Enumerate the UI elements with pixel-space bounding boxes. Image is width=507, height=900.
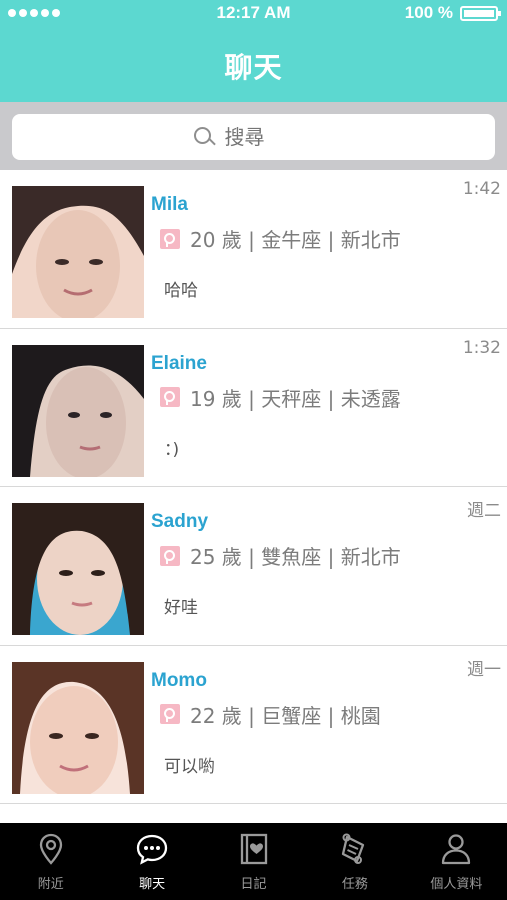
female-icon: [160, 387, 180, 407]
chat-row-sadny[interactable]: Sadny 週二 25 歲 | 雙魚座 | 新北市 好哇: [0, 487, 507, 646]
message-time: 1:32: [462, 337, 501, 358]
contact-name: Mila: [151, 194, 188, 215]
tab-diary[interactable]: 日記: [203, 823, 304, 900]
profile-info: 25 歲 | 雙魚座 | 新北市: [160, 541, 401, 570]
search-icon: [193, 126, 215, 148]
profile-info: 19 歲 | 天秤座 | 未透露: [160, 383, 401, 412]
female-icon: [160, 545, 180, 566]
search-input[interactable]: [224, 125, 315, 149]
search-box[interactable]: [12, 114, 495, 160]
avatar-face: [46, 366, 126, 477]
location-pin-icon: [39, 833, 62, 865]
avatar: [12, 186, 144, 318]
tab-label: 任務: [341, 877, 368, 892]
contact-name: Elaine: [151, 352, 207, 374]
page-title: 聊天: [224, 51, 283, 84]
status-bar: 12:17 AM 100 %: [0, 0, 507, 28]
task-scroll-icon: [341, 833, 365, 864]
message-time: 1:42: [462, 179, 501, 199]
message-time: 週二: [467, 501, 501, 521]
message-time: 週一: [467, 659, 501, 680]
tab-label: 附近: [37, 877, 64, 892]
profile-info-text: 25 歲 | 雙魚座 | 新北市: [190, 545, 401, 569]
avatar-face: [36, 210, 120, 318]
last-message: 哈哈: [164, 281, 198, 301]
avatar-face: [30, 685, 118, 794]
chat-screen: 12:17 AM 100 % 聊天 Mila 1:42 20: [0, 0, 507, 900]
battery-percentage: 100 %: [404, 3, 453, 22]
tab-bar: 附近 聊天 日記 任務 個人資料: [0, 823, 507, 900]
tab-label: 個人資料: [430, 877, 483, 892]
chat-row-elaine[interactable]: Elaine 1:32 19 歲 | 天秤座 | 未透露 ：): [0, 329, 507, 487]
search-bar-container: [0, 102, 507, 170]
profile-info: 20 歲 | 金牛座 | 新北市: [160, 224, 401, 253]
chat-list: Mila 1:42 20 歲 | 金牛座 | 新北市 哈哈 Elaine 1:3…: [0, 170, 507, 823]
diary-icon: [240, 833, 267, 865]
chat-row-mila[interactable]: Mila 1:42 20 歲 | 金牛座 | 新北市 哈哈: [0, 170, 507, 329]
chat-row-momo[interactable]: Momo 週一 22 歲 | 巨蟹座 | 桃園 可以喲: [0, 646, 507, 804]
last-message: 好哇: [164, 598, 198, 618]
profile-info-text: 20 歲 | 金牛座 | 新北市: [190, 228, 401, 252]
tab-profile[interactable]: 個人資料: [406, 823, 507, 900]
female-icon: [160, 704, 180, 724]
profile-info-text: 22 歲 | 巨蟹座 | 桃園: [190, 703, 381, 728]
tab-label: 聊天: [139, 877, 166, 892]
chat-bubble-icon: [136, 834, 168, 865]
female-icon: [160, 228, 180, 249]
profile-info-text: 19 歲 | 天秤座 | 未透露: [190, 386, 401, 411]
avatar: [12, 344, 144, 477]
tab-tasks[interactable]: 任務: [304, 823, 405, 900]
last-message: ：): [164, 439, 180, 460]
avatar: [12, 503, 144, 635]
last-message: 可以喲: [164, 756, 215, 777]
tab-label: 日記: [240, 877, 267, 892]
tab-chat[interactable]: 聊天: [101, 823, 202, 900]
header: 12:17 AM 100 % 聊天: [0, 0, 507, 102]
tab-nearby[interactable]: 附近: [0, 823, 101, 900]
avatar: [12, 661, 144, 794]
profile-info: 22 歲 | 巨蟹座 | 桃園: [160, 700, 381, 729]
contact-name: Momo: [151, 669, 207, 691]
contact-name: Sadny: [151, 511, 209, 532]
person-icon: [442, 834, 471, 865]
battery-icon: [460, 6, 501, 21]
